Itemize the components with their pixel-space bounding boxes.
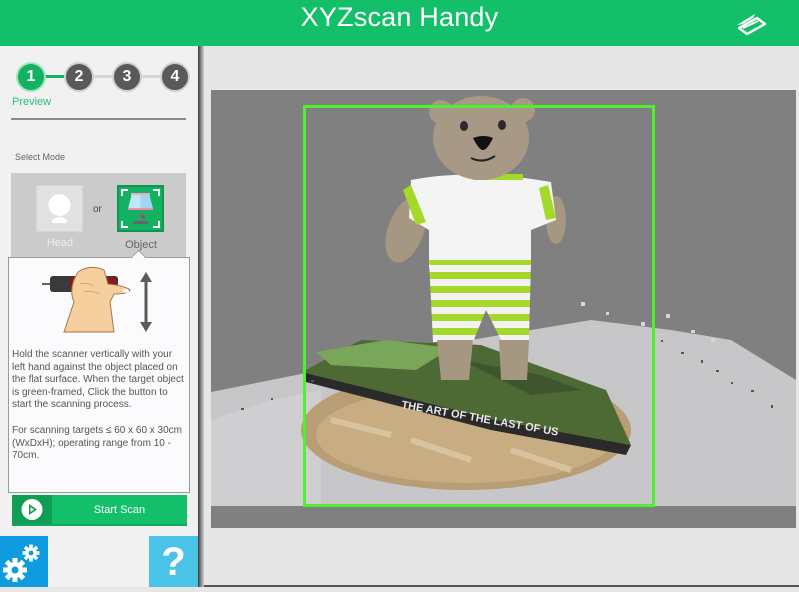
mode-option-object[interactable] — [117, 185, 164, 232]
help-button[interactable]: ? — [149, 536, 198, 587]
bear-shorts — [429, 260, 531, 342]
mode-head-label: Head — [46, 237, 74, 249]
app-title: XYZscan Handy — [300, 2, 499, 32]
lamp-object-icon — [121, 189, 160, 228]
step-caption: Preview — [12, 96, 52, 108]
scan-scene-image: THE ART OF THE LAST OF US — [211, 96, 796, 506]
bear-shirt — [409, 174, 556, 268]
question-mark-icon: ? — [161, 540, 186, 584]
step-4[interactable]: 4 — [160, 62, 190, 92]
start-scan-button[interactable]: Start Scan — [12, 495, 187, 526]
gears-icon — [3, 544, 40, 582]
head-bust-icon — [48, 194, 71, 223]
camera-preview[interactable]: THE ART OF THE LAST OF US — [211, 90, 796, 528]
mode-separator: or — [93, 204, 102, 215]
start-scan-icon-area — [12, 495, 52, 524]
section-divider — [11, 118, 186, 120]
instructions-text: Hold the scanner vertically with your le… — [12, 349, 184, 410]
sidebar-divider — [198, 46, 204, 587]
step-1[interactable]: 1 — [16, 62, 46, 92]
settings-button[interactable] — [0, 536, 48, 587]
title-bar: XYZscan Handy — [0, 0, 799, 46]
select-mode-label: Select Mode — [15, 152, 66, 162]
step-3[interactable]: 3 — [112, 62, 142, 92]
mode-selector: Head or Object — [11, 173, 186, 258]
mode-option-head[interactable] — [36, 185, 83, 232]
start-scan-label: Start Scan — [93, 504, 146, 516]
step-progress: 1 2 3 4 — [14, 62, 190, 92]
mode-object-label: Object — [125, 239, 157, 251]
play-circle-icon — [21, 499, 43, 520]
step-2[interactable]: 2 — [64, 62, 94, 92]
xyz-logo-icon — [737, 14, 767, 36]
hand-scanner-illustration-icon — [42, 266, 152, 333]
scan-range-text: For scanning targets ≤ 60 x 60 x 30cm (W… — [12, 425, 183, 461]
